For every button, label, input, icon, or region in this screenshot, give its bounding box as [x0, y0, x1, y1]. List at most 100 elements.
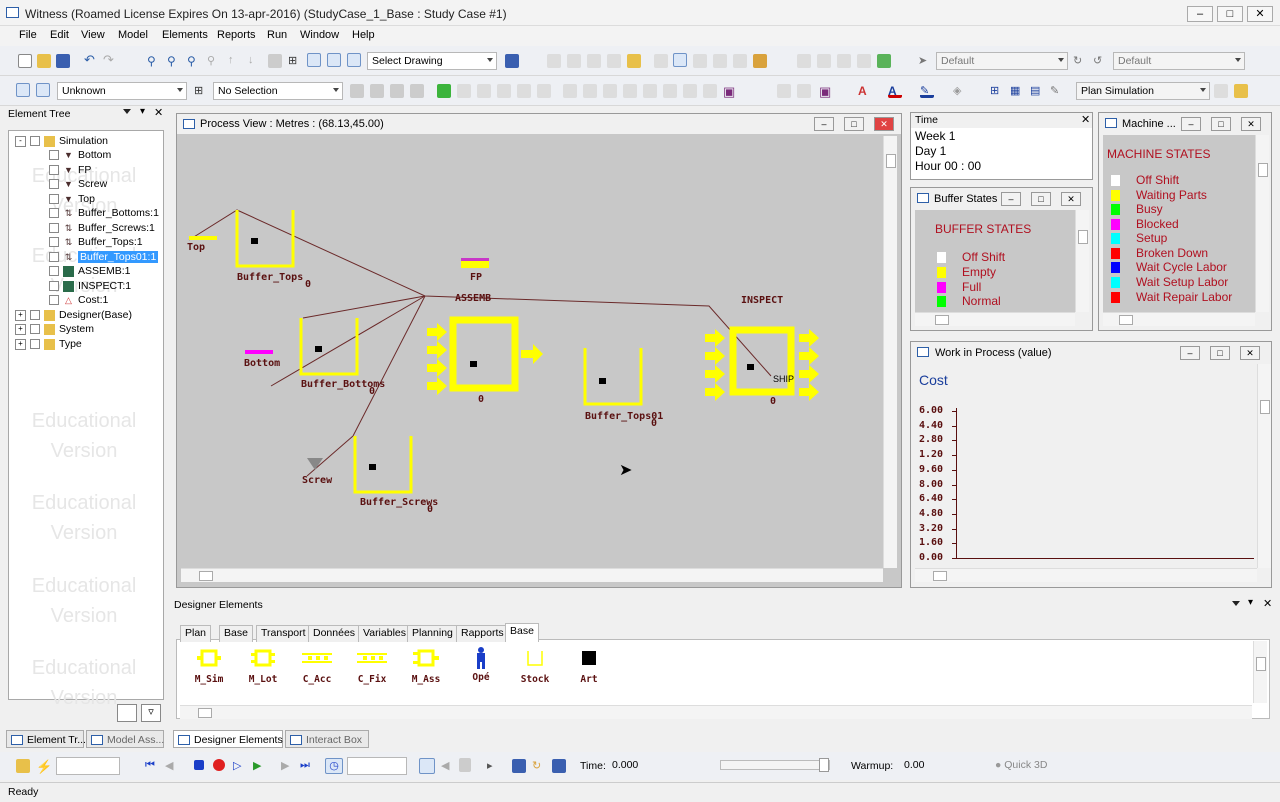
selection-combo[interactable]: No Selection [213, 82, 343, 100]
checkbox[interactable] [30, 136, 40, 147]
minimize-button[interactable]: – [1187, 6, 1213, 22]
delete-element-icon[interactable] [603, 84, 617, 98]
rotate-icon[interactable] [693, 54, 707, 68]
palette-c-acc[interactable]: C_Acc [294, 649, 340, 685]
tree-item-inspect[interactable]: INSPECT:1 [49, 279, 131, 293]
wip-close[interactable]: ✕ [1240, 346, 1260, 360]
filter-tree-icon[interactable]: ▿ [141, 704, 161, 722]
palette-article[interactable]: Art [566, 649, 612, 685]
grid-lines-icon[interactable]: ▤ [1030, 84, 1044, 98]
open-icon[interactable] [37, 54, 51, 68]
expand-icon[interactable]: + [15, 309, 26, 321]
undo-icon[interactable]: ↶ [84, 53, 98, 68]
walk-next-icon[interactable]: ▸ [487, 759, 501, 773]
tree-item-fp[interactable]: ▼ FP [49, 163, 91, 177]
designer-dropdown-icon[interactable] [1232, 601, 1240, 606]
process-view-close[interactable]: ✕ [874, 117, 894, 131]
align-icon[interactable] [777, 84, 791, 98]
play-icon[interactable]: ▶ [253, 759, 267, 773]
zoom-fit-icon[interactable]: ⚲ [187, 54, 201, 68]
checkbox[interactable] [49, 266, 59, 277]
palette-m-sim[interactable]: M_Sim [186, 649, 232, 685]
find-icon[interactable] [623, 84, 637, 98]
tool-icon-4[interactable] [410, 84, 424, 98]
hscroll-thumb[interactable] [935, 315, 949, 325]
tab-designer-elements[interactable]: Designer Elements [173, 730, 283, 748]
layout-icon-1[interactable] [307, 53, 321, 67]
tab-element-tree[interactable]: Element Tr... [6, 730, 86, 748]
grid-toggle-icon[interactable]: ▦ [1010, 84, 1024, 98]
detail-icon[interactable] [477, 84, 491, 98]
settings-icon[interactable]: ⊞ [288, 54, 302, 68]
tree-item-buffer-tops01[interactable]: ⇅ Buffer_Tops01:1 [49, 250, 159, 264]
palette-m-lot[interactable]: M_Lot [240, 649, 286, 685]
time-close-icon[interactable]: ✕ [1081, 113, 1090, 126]
walk-prev-icon[interactable]: ◀ [441, 759, 455, 773]
designer-tab-base-active[interactable]: Base [505, 623, 539, 642]
collapse-icon[interactable]: - [15, 135, 26, 147]
checkbox[interactable] [49, 223, 59, 234]
checkbox[interactable] [49, 208, 59, 219]
wip-vscroll[interactable] [1257, 364, 1271, 568]
fill-color-icon[interactable]: ◈ [953, 84, 967, 98]
designer-vscroll[interactable] [1253, 641, 1267, 703]
palette-stock[interactable]: Stock [512, 649, 558, 685]
select-mode-icon[interactable] [673, 53, 687, 67]
tree-item-cost[interactable]: △ Cost:1 [49, 293, 108, 307]
wip-hscroll[interactable] [915, 568, 1257, 582]
tree-item-assemb[interactable]: ASSEMB:1 [49, 264, 131, 278]
font-color-icon[interactable]: A [888, 84, 902, 98]
layer-icon[interactable] [268, 54, 282, 68]
designer-close-icon[interactable]: ✕ [1263, 597, 1272, 610]
stop-icon[interactable] [194, 760, 204, 770]
checkbox[interactable] [30, 324, 40, 335]
distribute-icon[interactable] [797, 84, 811, 98]
dropdown-arrow-icon[interactable] [123, 109, 131, 114]
step-forward-icon[interactable]: ▶ [281, 759, 295, 773]
checkbox[interactable] [49, 165, 59, 176]
expand-icon[interactable]: + [15, 338, 26, 350]
tree-item-bottom[interactable]: ▼ Bottom [49, 148, 111, 162]
menu-help[interactable]: Help [349, 28, 378, 42]
paste-icon[interactable] [567, 54, 581, 68]
walk-icon[interactable] [419, 758, 435, 774]
tree-item-buffer-screws[interactable]: ⇅ Buffer_Screws:1 [49, 221, 155, 235]
tree-item-designer[interactable]: + Designer(Base) [15, 308, 132, 322]
lightning-icon[interactable]: ⚡ [36, 759, 52, 774]
process-view-hscroll[interactable] [181, 568, 883, 582]
copy-icon[interactable] [547, 54, 561, 68]
font-icon[interactable]: A [858, 84, 872, 98]
lock-icon-2[interactable]: ▣ [819, 84, 833, 99]
machine-states-hscroll[interactable] [1103, 312, 1255, 326]
select-drawing-combo[interactable]: Select Drawing [367, 52, 497, 70]
designer-hscroll[interactable] [180, 705, 1252, 719]
menu-elements[interactable]: Elements [159, 28, 211, 42]
designer-tab-plan[interactable]: Plan [180, 625, 212, 642]
checkbox[interactable] [49, 237, 59, 248]
format-icon[interactable] [607, 54, 621, 68]
clock-icon[interactable]: ◷ [325, 758, 343, 774]
path-icon[interactable] [797, 54, 811, 68]
find-element-icon[interactable] [117, 704, 137, 722]
cut-icon[interactable] [587, 54, 601, 68]
pointer-icon[interactable]: ➤ [918, 54, 932, 68]
report-run-icon[interactable] [512, 759, 526, 773]
hscroll-thumb[interactable] [199, 571, 213, 581]
designer-tab-donnees[interactable]: Données [308, 625, 361, 642]
tab-model-assistant[interactable]: Model Ass... [86, 730, 164, 748]
grid-icon[interactable] [733, 54, 747, 68]
tool-icon-2[interactable] [370, 84, 384, 98]
run-plan-icon[interactable] [1214, 84, 1228, 98]
filter-icon[interactable] [683, 84, 697, 98]
checkbox[interactable] [49, 150, 59, 161]
back-icon[interactable]: ↺ [1093, 54, 1107, 68]
checkbox[interactable] [49, 194, 59, 205]
time-input[interactable]: 0.000 [608, 757, 718, 775]
quick3d-button[interactable]: ● Quick 3D [995, 759, 1047, 771]
rewind-icon[interactable]: ⏮ [145, 759, 159, 773]
maximize-button[interactable]: □ [1217, 6, 1243, 22]
wip-minimize[interactable]: – [1180, 346, 1200, 360]
tools-icon[interactable] [753, 54, 767, 68]
buffer-states-vscroll[interactable] [1075, 210, 1089, 312]
lock-icon[interactable]: ▣ [723, 84, 737, 99]
